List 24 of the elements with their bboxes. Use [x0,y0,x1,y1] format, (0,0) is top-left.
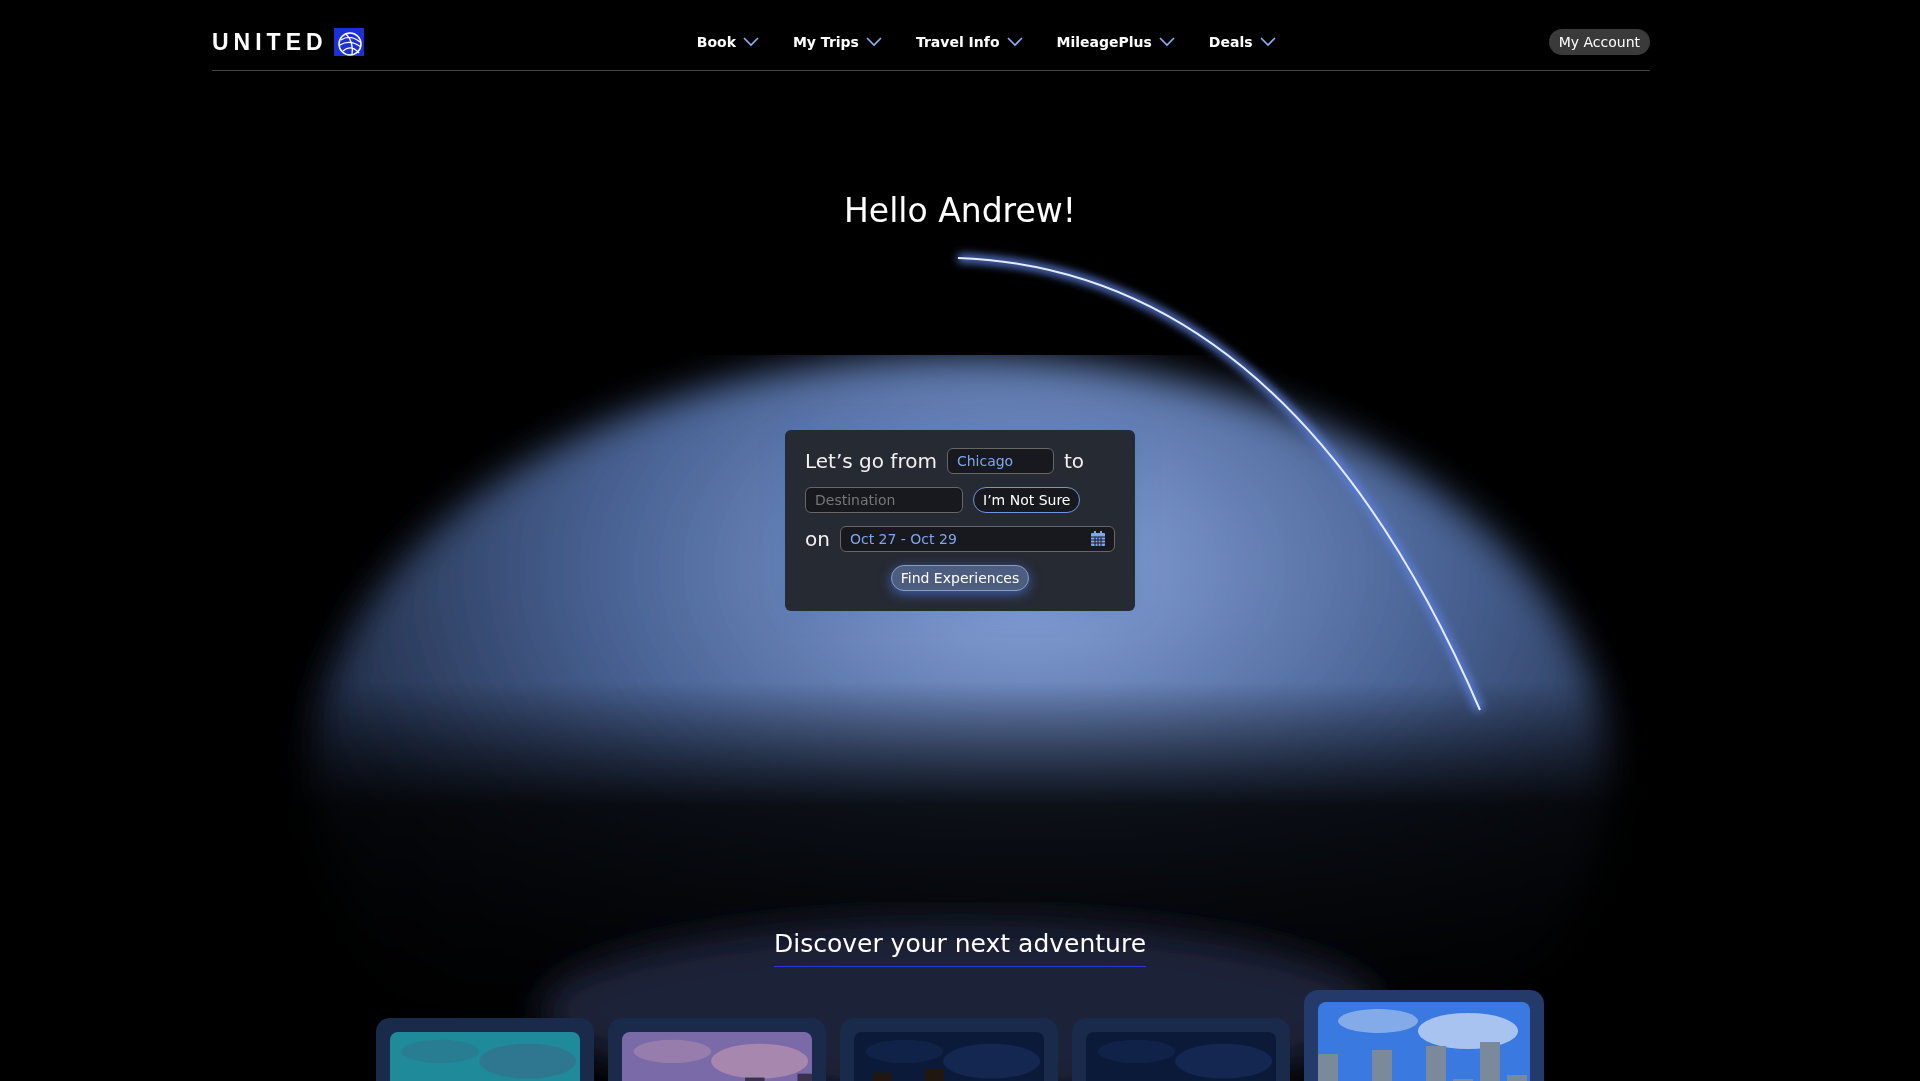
caret-icon [742,37,759,47]
section-heading: Discover your next adventure [773,929,1147,967]
logo-wordmark: UNITED [212,28,328,56]
greeting-heading: Hello Andrew! [844,191,1076,230]
date-field[interactable]: Oct 27 - Oct 29 [839,526,1115,552]
form-label: Let’s go from [805,449,937,473]
caret-icon [1158,37,1175,47]
origin-field[interactable]: Chicago [946,448,1054,474]
find-experiences-button[interactable]: Find Experiences [890,565,1030,591]
not-sure-button[interactable]: I’m Not Sure [973,487,1081,513]
nav-menu[interactable]: My Trips [792,34,882,50]
nav-menu[interactable]: Travel Info [915,34,1023,50]
account-button[interactable]: My Account [1548,29,1650,55]
caret-icon [1006,37,1023,47]
caret-icon [865,37,882,47]
calendar-icon [1090,531,1106,547]
nav-menu[interactable]: Deals [1208,34,1276,50]
destination-field[interactable]: Destination [805,487,963,513]
nav-menu[interactable]: Book [696,34,759,50]
globe-logo-icon [333,28,364,56]
nav-menu[interactable]: MileagePlus [1056,34,1175,50]
form-label: on [805,527,830,551]
form-label: to [1063,449,1084,473]
caret-icon [1259,37,1276,47]
